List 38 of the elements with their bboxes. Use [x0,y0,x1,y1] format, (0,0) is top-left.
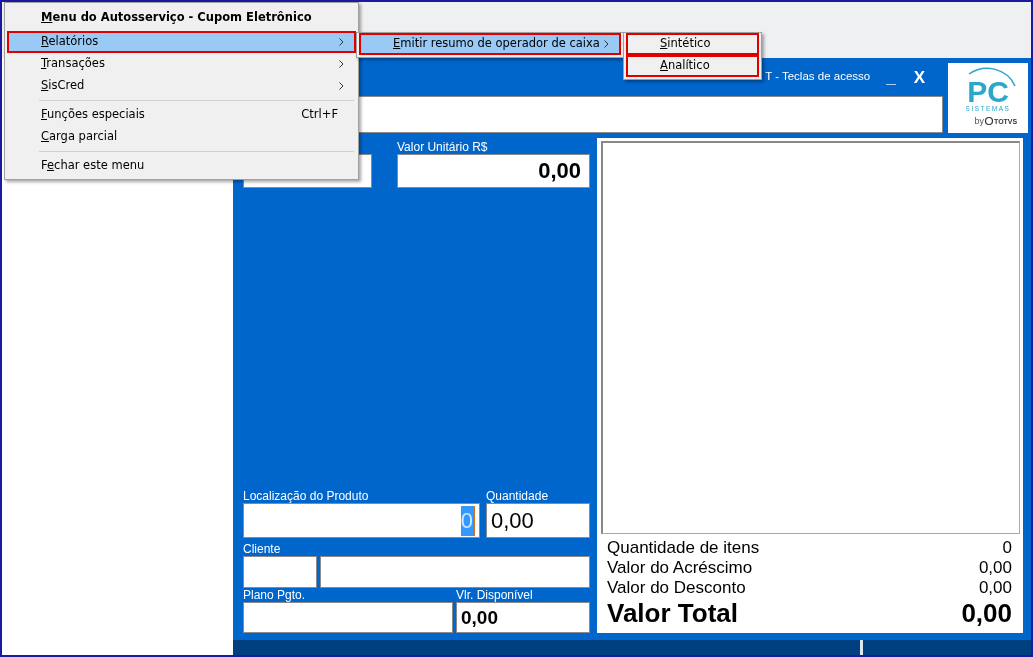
field-label: Cliente [243,542,282,556]
menu-item[interactable]: Analítico [626,55,759,77]
available-field[interactable]: 0,00 [456,602,590,633]
menu-item[interactable]: Sintético [626,33,759,55]
selected-text: 0 [460,505,475,536]
field-label: Valor Unitário R$ [397,140,489,154]
customer-code-field[interactable] [243,556,317,588]
field-label: Quantidade [486,489,550,503]
total-label: Valor Total [607,598,738,629]
menu-item[interactable]: SisCred [7,75,356,97]
menu-title: Menu do Autosserviço - Cupom Eletrônico [41,9,313,27]
menu-item[interactable]: Transações [7,53,356,75]
field-label: Vlr. Disponível [456,588,534,602]
menu-item[interactable]: Funções especiais Ctrl+F [7,104,356,126]
customer-name-field[interactable] [320,556,590,588]
field-label: Localização do Produto [243,489,370,503]
chevron-right-icon [339,82,344,90]
close-button[interactable]: X [913,68,925,86]
total-value: 0 [1002,538,1012,558]
total-label: Valor do Desconto [607,578,746,598]
total-value: 0,00 [978,578,1012,598]
menu-item[interactable]: Fechar este menu [7,155,356,177]
menu-item[interactable]: Relatórios [7,31,356,53]
minimize-button[interactable]: _ [886,68,896,86]
shortcuts-hint: T - Teclas de acesso [765,69,871,85]
field-label: Plano Pgto. [243,588,307,602]
chevron-right-icon [339,60,344,68]
total-value: 0,00 [961,598,1012,629]
menu-item[interactable]: Emitir resumo de operador de caixa [359,33,621,55]
total-label: Valor do Acréscimo [607,558,753,578]
menu-item[interactable]: Carga parcial [7,126,356,148]
total-label: Quantidade de itens [607,538,760,558]
payment-plan-field[interactable] [243,602,453,633]
quantity-field[interactable]: 0,00 [486,503,590,538]
chevron-right-icon [604,40,609,48]
total-value: 0,00 [978,558,1012,578]
unit-price-field[interactable]: 0,00 [397,154,590,188]
chevron-right-icon [339,38,344,46]
